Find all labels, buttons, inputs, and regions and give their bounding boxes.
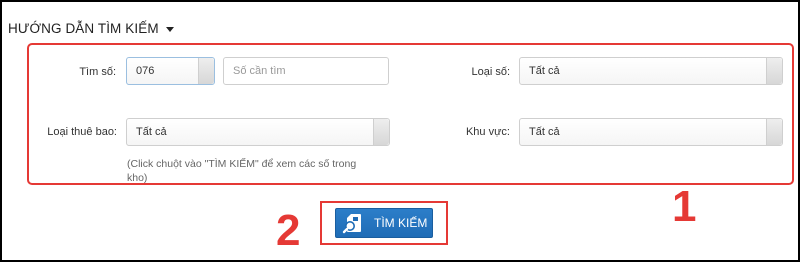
- page-title: HƯỚNG DẪN TÌM KIẾM: [8, 21, 159, 36]
- loai-thue-bao-label: Loại thuê bao:: [47, 126, 117, 138]
- sim-search-icon: [342, 214, 361, 234]
- number-search-placeholder: Số cần tìm: [233, 65, 286, 77]
- loai-thue-bao-select[interactable]: Tất cả: [126, 118, 390, 146]
- search-guide-header[interactable]: HƯỚNG DẪN TÌM KIẾM: [8, 21, 174, 36]
- khu-vuc-value: Tất cả: [529, 126, 560, 138]
- search-hint-text: (Click chuột vào "TÌM KIẾM" để xem các s…: [127, 158, 357, 184]
- loai-so-label: Loại số:: [471, 66, 510, 78]
- number-prefix-value: 076: [136, 65, 155, 77]
- dropdown-arrow-icon: [198, 58, 214, 84]
- loai-thue-bao-value: Tất cả: [136, 126, 167, 138]
- search-button[interactable]: TÌM KIẾM: [335, 208, 433, 238]
- search-guide-page: HƯỚNG DẪN TÌM KIẾM Tìm số: 076 Số cần tì…: [2, 2, 798, 260]
- dropdown-arrow-icon: [766, 58, 782, 84]
- number-prefix-select[interactable]: 076: [126, 57, 215, 85]
- khu-vuc-select[interactable]: Tất cả: [519, 118, 783, 146]
- annotation-number-1: 1: [672, 182, 697, 231]
- loai-so-value: Tất cả: [529, 65, 560, 77]
- caret-down-icon: [165, 26, 174, 32]
- search-button-label: TÌM KIẾM: [374, 216, 428, 230]
- tim-so-label: Tìm số:: [79, 66, 116, 78]
- khu-vuc-label: Khu vực:: [465, 126, 510, 138]
- annotation-number-2: 2: [276, 206, 301, 255]
- number-search-input[interactable]: Số cần tìm: [223, 57, 389, 85]
- dropdown-arrow-icon: [373, 119, 389, 145]
- dropdown-arrow-icon: [766, 119, 782, 145]
- loai-so-select[interactable]: Tất cả: [519, 57, 783, 85]
